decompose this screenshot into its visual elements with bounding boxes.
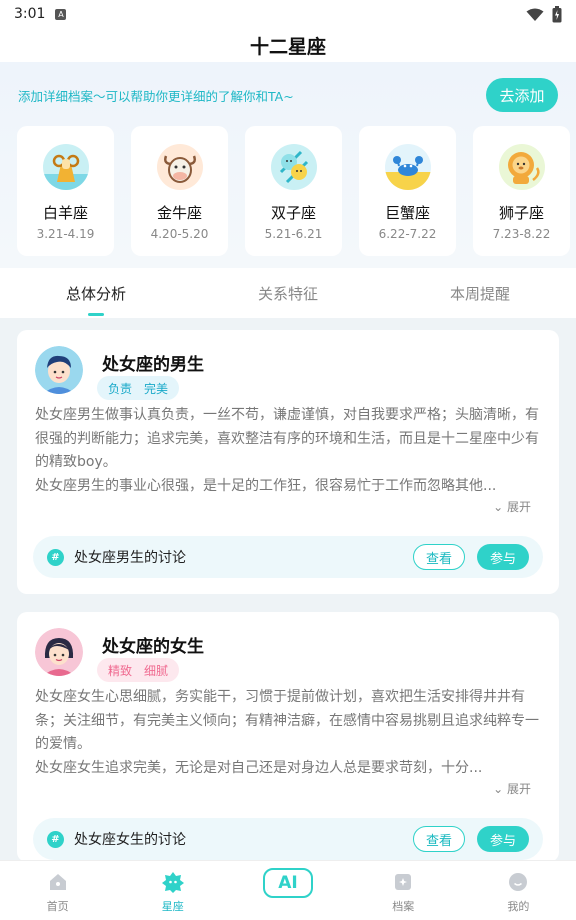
male-join-button[interactable]: 参与	[477, 544, 529, 570]
zodiac-date: 6.22-7.22	[378, 227, 437, 241]
female-avatar	[35, 628, 83, 676]
zodiac-name: 白羊座	[42, 204, 88, 222]
zodiac-date: 7.23-8.22	[492, 227, 551, 241]
ram-icon	[42, 144, 89, 190]
crab-icon	[384, 144, 431, 190]
male-view-button[interactable]: 查看	[413, 544, 465, 570]
zodiac-card-gemini[interactable]: 双子座 5.21-6.21	[245, 126, 342, 256]
topic-hash-icon: #	[47, 830, 64, 848]
nav-label: 档案	[392, 900, 415, 913]
male-description: 处女座男生做事认真负责，一丝不苟，谦虚谨慎，对自我要求严格；头脑清晰，有很强的判…	[35, 404, 541, 498]
status-icons	[526, 6, 562, 23]
page-title: 十二星座	[249, 35, 326, 58]
nav-archive[interactable]: 档案	[346, 861, 461, 920]
zodiac-date: 3.21-4.19	[36, 227, 95, 241]
lion-icon	[498, 144, 545, 190]
zodiac-list: 白羊座 3.21-4.19 金牛座 4.20-5.20 双子座 5.21-6.2…	[17, 126, 570, 256]
female-desc-paragraph-1: 处女座女生心思细腻，务实能干，习惯于提前做计划，喜欢把生活安排得井井有条；关注细…	[35, 689, 539, 752]
status-time: 3:01	[14, 6, 46, 22]
tag: 完美	[144, 381, 169, 396]
male-discussion-bar: # 处女座男生的讨论 查看 参与	[33, 536, 543, 578]
nav-label: 首页	[46, 900, 69, 913]
expand-label: 展开	[506, 500, 531, 514]
nav-zodiac[interactable]: 星座	[115, 861, 230, 920]
nav-profile[interactable]: 我的	[461, 861, 576, 920]
star-icon	[161, 871, 184, 893]
nav-label: 我的	[507, 900, 530, 913]
chevron-down-icon: ⌄	[493, 782, 504, 796]
analysis-tabs: 总体分析 关系特征 本周提醒	[0, 268, 576, 318]
zodiac-date: 4.20-5.20	[150, 227, 209, 241]
nav-label: 星座	[161, 900, 184, 913]
chevron-down-icon: ⌄	[493, 500, 504, 514]
zodiac-name: 狮子座	[498, 204, 544, 222]
male-tags: 负责 完美	[97, 376, 180, 400]
nav-home[interactable]: 首页	[0, 861, 115, 920]
archive-icon	[392, 871, 414, 893]
top-section: 添加详细档案～可以帮助你更详细的了解你和TA~ 去添加 白羊座 3.21-4.1…	[0, 62, 576, 268]
zodiac-card-taurus[interactable]: 金牛座 4.20-5.20	[131, 126, 228, 256]
female-card-title: 处女座的女生	[102, 637, 204, 657]
promo-banner: 添加详细档案～可以帮助你更详细的了解你和TA~ 去添加	[18, 76, 558, 114]
profile-icon	[507, 871, 529, 893]
topic-hash-icon: #	[47, 548, 64, 566]
tab-relationship[interactable]: 关系特征	[192, 268, 384, 318]
tab-weekly[interactable]: 本周提醒	[384, 268, 576, 318]
female-discussion-bar: # 处女座女生的讨论 查看 参与	[33, 818, 543, 860]
twins-icon	[270, 144, 317, 190]
notification-icon: A	[55, 8, 67, 20]
zodiac-name: 双子座	[270, 204, 316, 222]
expand-label: 展开	[506, 782, 531, 796]
bottom-nav: 首页 星座 AI 档案 我的	[0, 860, 576, 920]
tag: 精致	[108, 663, 133, 678]
female-expand-toggle[interactable]: ⌄ 展开	[493, 780, 531, 797]
wifi-icon	[526, 8, 544, 21]
male-desc-paragraph-1: 处女座男生做事认真负责，一丝不苟，谦虚谨慎，对自我要求严格；头脑清晰，有很强的判…	[35, 407, 539, 470]
zodiac-date: 5.21-6.21	[264, 227, 323, 241]
female-view-button[interactable]: 查看	[413, 826, 465, 852]
female-join-button[interactable]: 参与	[477, 826, 529, 852]
battery-icon	[552, 6, 562, 23]
female-desc-paragraph-2: 处女座女生追求完美，无论是对自己还是对身边人总是要求苛刻，十分...	[35, 759, 483, 776]
male-card: 处女座的男生 负责 完美 处女座男生做事认真负责，一丝不苟，谦虚谨慎，对自我要求…	[17, 330, 559, 594]
male-discussion-label: 处女座男生的讨论	[74, 550, 186, 566]
male-card-title: 处女座的男生	[102, 355, 204, 375]
zodiac-card-aries[interactable]: 白羊座 3.21-4.19	[17, 126, 114, 256]
male-avatar	[35, 346, 83, 394]
tab-overall[interactable]: 总体分析	[0, 268, 192, 318]
nav-ai[interactable]: AI	[230, 861, 345, 920]
female-card: 处女座的女生 精致 细腻 处女座女生心思细腻，务实能干，习惯于提前做计划，喜欢把…	[17, 612, 559, 862]
home-icon	[47, 871, 69, 893]
female-tags: 精致 细腻	[97, 658, 180, 682]
female-discussion-label: 处女座女生的讨论	[74, 832, 186, 848]
zodiac-card-cancer[interactable]: 巨蟹座 6.22-7.22	[359, 126, 456, 256]
status-bar: 3:01 A	[0, 0, 576, 28]
add-profile-button[interactable]: 去添加	[486, 78, 558, 112]
tag: 细腻	[144, 663, 169, 678]
promo-text: 添加详细档案～可以帮助你更详细的了解你和TA~	[18, 88, 294, 104]
female-description: 处女座女生心思细腻，务实能干，习惯于提前做计划，喜欢把生活安排得井井有条；关注细…	[35, 686, 541, 780]
zodiac-name: 巨蟹座	[384, 204, 430, 222]
male-desc-paragraph-2: 处女座男生的事业心很强，是十足的工作狂，很容易忙于工作而忽略其他...	[35, 477, 497, 494]
ai-icon: AI	[263, 868, 313, 898]
app-header: 十二星座	[0, 28, 576, 62]
tag: 负责	[108, 381, 133, 396]
male-expand-toggle[interactable]: ⌄ 展开	[493, 498, 531, 515]
zodiac-card-leo[interactable]: 狮子座 7.23-8.22	[473, 126, 570, 256]
zodiac-name: 金牛座	[156, 204, 202, 222]
bull-icon	[156, 144, 203, 190]
